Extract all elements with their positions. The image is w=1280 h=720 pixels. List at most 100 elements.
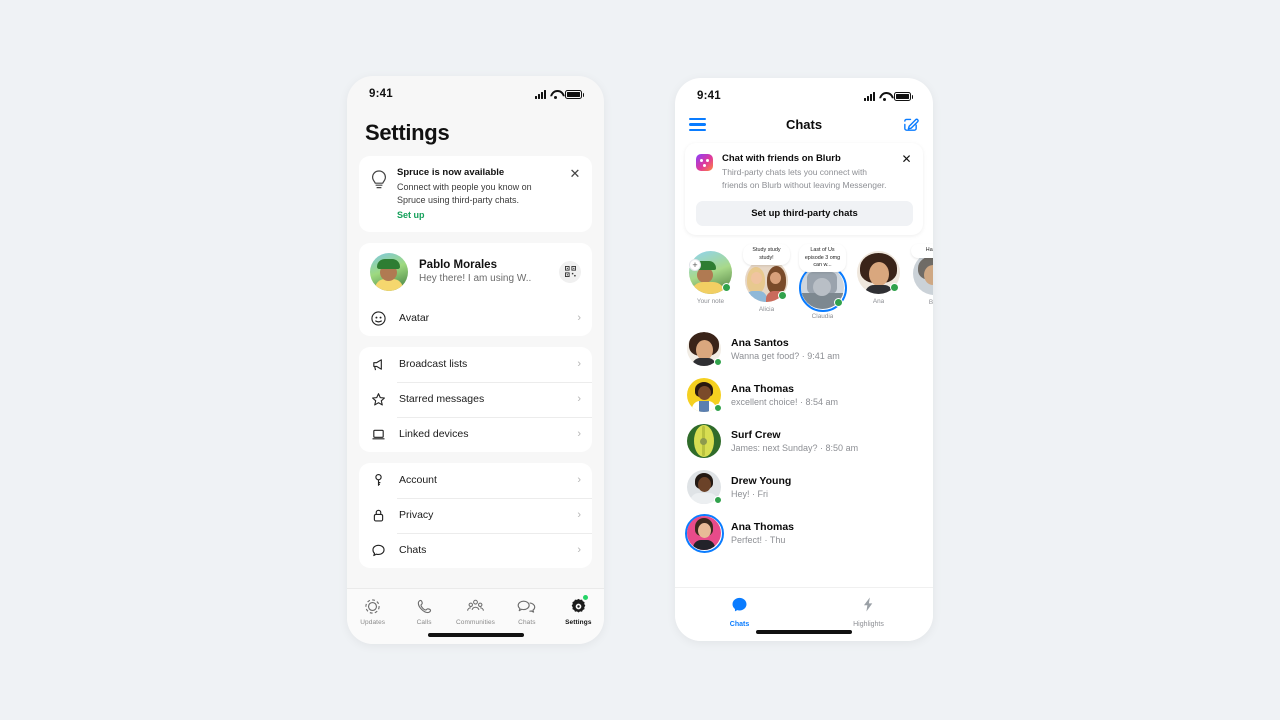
settings-group-account: Account › Privacy › Chats › bbox=[359, 462, 592, 568]
status-time: 9:41 bbox=[697, 90, 721, 102]
tab-chats[interactable]: Chats bbox=[675, 596, 804, 641]
note-bubble: Study study study! bbox=[743, 244, 790, 265]
profile-card: Pablo Morales Hey there! I am using W.. bbox=[359, 242, 592, 336]
chat-name: Drew Young bbox=[731, 475, 792, 488]
settings-row-account[interactable]: Account › bbox=[359, 463, 592, 498]
chevron-right-icon: › bbox=[577, 393, 581, 406]
status-badge bbox=[583, 595, 589, 600]
setup-third-party-chats-button[interactable]: Set up third-party chats bbox=[696, 201, 913, 227]
chat-texts: Ana Santos Wanna get food? · 9:41 am bbox=[731, 337, 921, 361]
settings-row-linked-devices[interactable]: Linked devices › bbox=[359, 416, 592, 452]
note-name: Alicia bbox=[758, 305, 775, 313]
home-indicator bbox=[756, 630, 852, 634]
avatar bbox=[687, 378, 722, 413]
promo-title: Spruce is now available bbox=[397, 167, 505, 178]
qr-code-icon[interactable] bbox=[559, 260, 581, 283]
settings-row-avatar[interactable]: Avatar › bbox=[359, 301, 592, 336]
promo-setup-link[interactable]: Set up bbox=[397, 210, 559, 220]
avatar bbox=[857, 251, 900, 295]
close-icon[interactable]: ✕ bbox=[568, 167, 582, 220]
profile-name: Pablo Morales bbox=[419, 259, 497, 272]
note-name: Claudia bbox=[811, 313, 834, 321]
chat-list: Ana Santos Wanna get food? · 9:41 am Ana… bbox=[675, 324, 933, 556]
banner-title: Chat with friends on Blurb bbox=[722, 153, 841, 164]
chevron-right-icon: › bbox=[577, 474, 581, 487]
page-title: Chats bbox=[785, 117, 823, 132]
note-name: Ana bbox=[872, 298, 885, 306]
signal-icon bbox=[864, 91, 875, 101]
promo-description: Connect with people you know on Spruce u… bbox=[397, 182, 532, 205]
avatar-icon bbox=[370, 310, 387, 327]
page-title: Settings bbox=[365, 120, 450, 145]
chat-list-item[interactable]: Ana Santos Wanna get food? · 9:41 am bbox=[675, 326, 933, 372]
note-item-alicia[interactable]: Study study study! Alicia bbox=[743, 244, 790, 320]
chevron-right-icon: › bbox=[577, 312, 581, 325]
chat-list-item[interactable]: Surf Crew James: next Sunday? · 8:50 am bbox=[675, 418, 933, 464]
chat-name: Ana Santos bbox=[731, 337, 789, 350]
wifi-icon bbox=[550, 90, 561, 99]
chevron-right-icon: › bbox=[577, 428, 581, 441]
lock-icon bbox=[370, 507, 387, 524]
promo-card: Spruce is now available Connect with peo… bbox=[359, 156, 592, 232]
online-indicator bbox=[890, 283, 899, 293]
note-item-ana[interactable]: Ana bbox=[855, 244, 902, 320]
lightning-bolt-icon bbox=[860, 596, 877, 618]
settings-row-chats[interactable]: Chats › bbox=[359, 532, 592, 568]
notes-row[interactable]: + Your note Study study study! Alicia La… bbox=[675, 235, 933, 324]
banner-body: Chat with friends on Blurb Third-party c… bbox=[722, 153, 891, 192]
online-indicator bbox=[714, 404, 722, 413]
tab-communities[interactable]: Communities bbox=[450, 596, 501, 626]
chevron-right-icon: › bbox=[577, 509, 581, 522]
settings-row-label: Avatar bbox=[399, 312, 430, 325]
blurb-app-icon bbox=[696, 154, 713, 171]
canvas: 9:41 Settings Spruce is now available Co… bbox=[0, 0, 1280, 720]
note-item-your-note[interactable]: + Your note bbox=[687, 244, 734, 320]
settings-row-label: Chats bbox=[399, 544, 427, 557]
settings-row-label: Broadcast lists bbox=[399, 358, 468, 371]
communities-icon bbox=[466, 596, 485, 616]
tab-calls[interactable]: Calls bbox=[398, 596, 449, 626]
updates-icon bbox=[364, 596, 381, 616]
profile-row[interactable]: Pablo Morales Hey there! I am using W.. bbox=[359, 243, 592, 301]
note-name: Br... bbox=[928, 298, 933, 306]
settings-row-starred-messages[interactable]: Starred messages › bbox=[359, 381, 592, 417]
note-item-partial[interactable]: Hang... Br... bbox=[911, 244, 933, 320]
tab-label: Calls bbox=[416, 619, 432, 626]
chat-name: Surf Crew bbox=[731, 429, 781, 442]
settings-row-broadcast-lists[interactable]: Broadcast lists › bbox=[359, 347, 592, 382]
online-indicator bbox=[778, 290, 787, 300]
tab-chats[interactable]: Chats bbox=[501, 596, 552, 626]
chat-name: Ana Thomas bbox=[731, 521, 795, 534]
chat-texts: Ana Thomas Perfect! · Thu bbox=[731, 521, 921, 545]
avatar bbox=[370, 252, 408, 291]
chat-list-item[interactable]: Ana Thomas Perfect! · Thu bbox=[675, 510, 933, 556]
chat-preview: excellent choice! · 8:54 am bbox=[731, 397, 839, 408]
tab-highlights[interactable]: Highlights bbox=[804, 596, 933, 641]
profile-status: Hey there! I am using W.. bbox=[419, 273, 532, 285]
compose-icon[interactable] bbox=[902, 116, 919, 133]
status-icons bbox=[864, 91, 913, 101]
avatar bbox=[687, 332, 722, 367]
tab-updates[interactable]: Updates bbox=[347, 596, 398, 626]
chat-texts: Surf Crew James: next Sunday? · 8:50 am bbox=[731, 429, 921, 453]
signal-icon bbox=[535, 89, 546, 99]
banner-description: Third-party chats lets you connect with … bbox=[722, 167, 887, 191]
phone-icon bbox=[416, 596, 433, 616]
note-item-claudia[interactable]: Last of Us episode 3 omg can w... Claudi… bbox=[798, 244, 847, 321]
hamburger-menu-icon[interactable] bbox=[689, 117, 706, 132]
promo-body: Spruce is now available Connect with peo… bbox=[397, 167, 559, 220]
wifi-icon bbox=[879, 92, 890, 101]
tab-label: Chats bbox=[729, 621, 750, 628]
chat-preview: Perfect! · Thu bbox=[731, 535, 786, 546]
avatar bbox=[745, 258, 788, 302]
chat-list-item[interactable]: Ana Thomas excellent choice! · 8:54 am bbox=[675, 372, 933, 418]
settings-row-label: Account bbox=[399, 474, 437, 487]
online-indicator bbox=[722, 283, 731, 293]
close-icon[interactable]: ✕ bbox=[900, 153, 913, 192]
tab-settings[interactable]: Settings bbox=[553, 595, 604, 626]
chat-list-item[interactable]: Drew Young Hey! · Fri bbox=[675, 464, 933, 510]
promo-row: Spruce is now available Connect with peo… bbox=[359, 156, 592, 232]
chats-icon bbox=[517, 596, 536, 616]
settings-row-privacy[interactable]: Privacy › bbox=[359, 497, 592, 533]
note-bubble: Hang... bbox=[911, 244, 933, 258]
